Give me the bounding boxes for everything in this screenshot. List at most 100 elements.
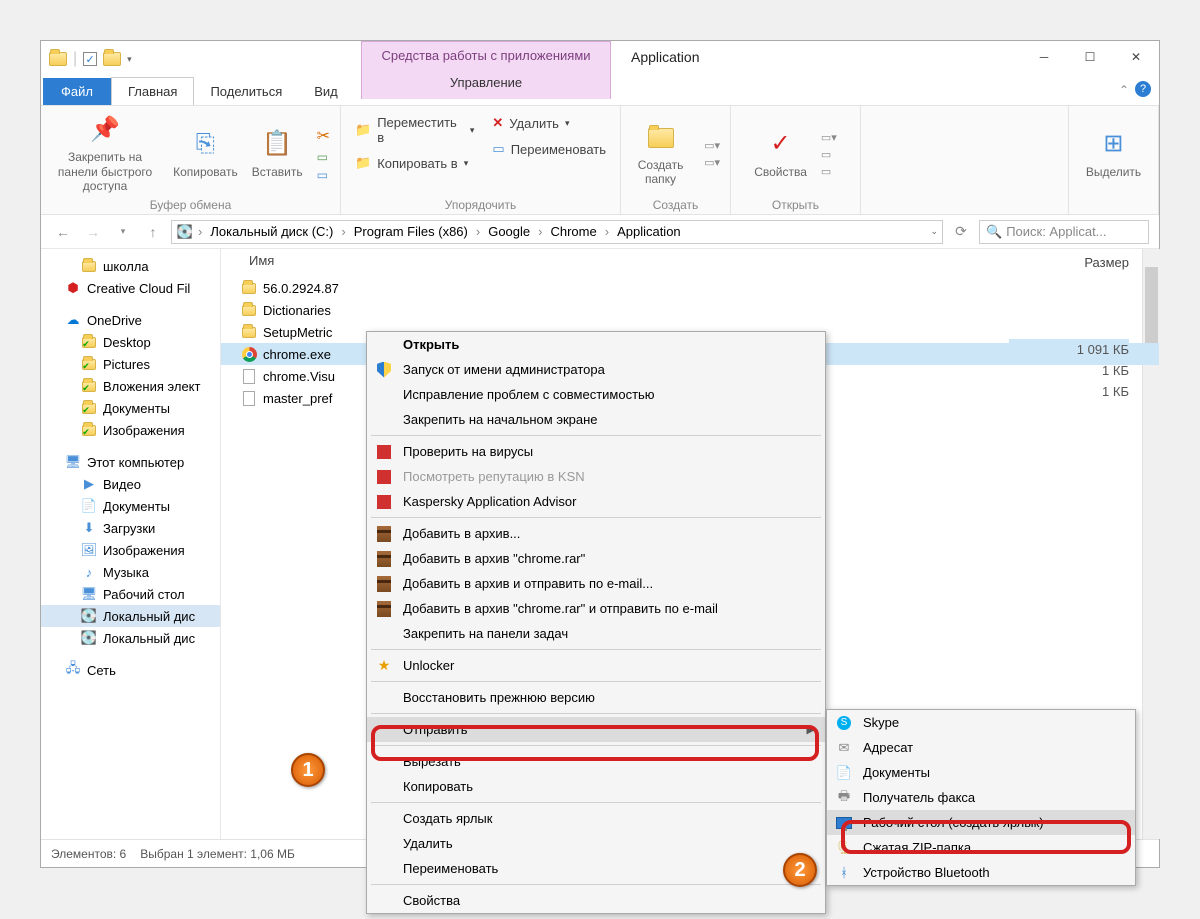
copy-path-icon[interactable]: ▭: [317, 150, 330, 164]
cut-icon[interactable]: ✂: [317, 126, 330, 146]
menu-item[interactable]: SSkype: [827, 710, 1135, 735]
pin-button[interactable]: 📌Закрепить на панели быстрого доступа: [51, 114, 159, 193]
menu-item[interactable]: ✉Адресат: [827, 735, 1135, 760]
address-bar[interactable]: 💽 › Локальный диск (C:)› Program Files (…: [171, 220, 943, 244]
open-icon[interactable]: ▭▾: [821, 131, 837, 144]
nav-item-label: Creative Cloud Fil: [87, 281, 190, 296]
edit-icon[interactable]: ▭: [821, 148, 837, 161]
menu-item[interactable]: Закрепить на панели задач: [367, 621, 825, 646]
paste-button[interactable]: 📋Вставить: [252, 129, 303, 179]
crumb-sep[interactable]: ›: [198, 224, 202, 239]
col-size[interactable]: Размер: [1009, 249, 1129, 276]
minimize-button[interactable]: ─: [1021, 41, 1067, 73]
nav-item[interactable]: 📄Документы: [41, 495, 220, 517]
tab-home[interactable]: Главная: [111, 77, 194, 105]
history-icon[interactable]: ▭: [821, 165, 837, 178]
nav-item[interactable]: ✔Изображения: [41, 419, 220, 441]
up-button[interactable]: ↑: [141, 220, 165, 244]
annotation-badge-1: 1: [291, 753, 325, 787]
nav-item[interactable]: ♪Музыка: [41, 561, 220, 583]
refresh-button[interactable]: ⟳: [949, 220, 973, 244]
menu-item[interactable]: Исправление проблем с совместимостью: [367, 382, 825, 407]
menu-item[interactable]: 🖶Получатель факса: [827, 785, 1135, 810]
crumb-1[interactable]: Program Files (x86): [350, 224, 472, 239]
menu-item[interactable]: ★Unlocker: [367, 653, 825, 678]
menu-item[interactable]: Добавить в архив и отправить по e-mail..…: [367, 571, 825, 596]
menu-item[interactable]: Переименовать: [367, 856, 825, 881]
crumb-0[interactable]: Локальный диск (C:): [206, 224, 337, 239]
nav-item-icon: ▶: [81, 476, 97, 492]
nav-item[interactable]: ✔Документы: [41, 397, 220, 419]
crumb-2[interactable]: Google: [484, 224, 534, 239]
menu-item-label: Посмотреть репутацию в KSN: [403, 469, 585, 484]
help-icon[interactable]: ?: [1135, 81, 1151, 97]
properties-button[interactable]: ✓Свойства: [754, 129, 807, 179]
back-button[interactable]: ←: [51, 220, 75, 244]
nav-item-label: Рабочий стол: [103, 587, 185, 602]
menu-item[interactable]: Копировать: [367, 774, 825, 799]
new-item-icon[interactable]: ▭▾: [704, 139, 720, 152]
maximize-button[interactable]: ☐: [1067, 41, 1113, 73]
menu-item[interactable]: Добавить в архив "chrome.rar" и отправит…: [367, 596, 825, 621]
menu-item[interactable]: Восстановить прежнюю версию: [367, 685, 825, 710]
nav-item[interactable]: 🖧Сеть: [41, 659, 220, 681]
copy-to-button[interactable]: 📁Копировать в ▾: [351, 152, 478, 174]
menu-item[interactable]: Свойства: [367, 888, 825, 913]
menu-item[interactable]: Открыть: [367, 332, 825, 357]
nav-item[interactable]: 🖼Изображения: [41, 539, 220, 561]
menu-item-icon: [835, 814, 853, 832]
nav-item[interactable]: 🖥Этот компьютер: [41, 451, 220, 473]
qat-dropdown-icon[interactable]: ▾: [127, 54, 132, 65]
nav-item[interactable]: школла: [41, 255, 220, 277]
nav-item[interactable]: ☁OneDrive: [41, 309, 220, 331]
rename-button[interactable]: ▭Переименовать: [488, 138, 610, 160]
tab-file[interactable]: Файл: [43, 78, 111, 105]
menu-item[interactable]: Удалить: [367, 831, 825, 856]
nav-item[interactable]: 💽Локальный дис: [41, 605, 220, 627]
search-input[interactable]: 🔍 Поиск: Applicat...: [979, 220, 1149, 244]
col-name[interactable]: Имя: [241, 249, 282, 277]
menu-item[interactable]: Запуск от имени администратора: [367, 357, 825, 382]
addr-dropdown-icon[interactable]: ⌄: [930, 226, 938, 237]
collapse-ribbon-icon[interactable]: ⌃: [1119, 83, 1129, 97]
menu-item[interactable]: 🗜Сжатая ZIP-папка: [827, 835, 1135, 860]
copy-button[interactable]: ⎘Копировать: [173, 129, 238, 179]
nav-item[interactable]: ⬇Загрузки: [41, 517, 220, 539]
crumb-4[interactable]: Application: [613, 224, 685, 239]
menu-item[interactable]: Добавить в архив "chrome.rar": [367, 546, 825, 571]
qat-folder-icon[interactable]: [103, 50, 121, 68]
tab-share[interactable]: Поделиться: [194, 78, 298, 105]
nav-item[interactable]: 💽Локальный дис: [41, 627, 220, 649]
forward-button[interactable]: →: [81, 220, 105, 244]
menu-item[interactable]: Посмотреть репутацию в KSN: [367, 464, 825, 489]
menu-item[interactable]: Вырезать: [367, 749, 825, 774]
menu-item[interactable]: 📄Документы: [827, 760, 1135, 785]
easy-access-icon[interactable]: ▭▾: [704, 156, 720, 169]
nav-item[interactable]: 🖥Рабочий стол: [41, 583, 220, 605]
select-button[interactable]: ⊞Выделить: [1086, 129, 1141, 179]
nav-item[interactable]: ✔Вложения элект: [41, 375, 220, 397]
menu-item[interactable]: Добавить в архив...: [367, 521, 825, 546]
qat-checkbox-icon[interactable]: ✓: [83, 52, 97, 66]
paste-shortcut-icon[interactable]: ▭: [317, 168, 330, 182]
nav-item[interactable]: ▶Видео: [41, 473, 220, 495]
menu-item[interactable]: Проверить на вирусы: [367, 439, 825, 464]
tab-view[interactable]: Вид: [298, 78, 354, 105]
nav-item[interactable]: ✔Pictures: [41, 353, 220, 375]
menu-item[interactable]: Kaspersky Application Advisor: [367, 489, 825, 514]
delete-button[interactable]: ✕Удалить ▾: [488, 112, 610, 134]
nav-item-label: Изображения: [103, 543, 185, 558]
crumb-3[interactable]: Chrome: [546, 224, 600, 239]
new-folder-button[interactable]: Создать папку: [631, 122, 690, 187]
menu-item[interactable]: Отправить▶: [367, 717, 825, 742]
menu-item[interactable]: Создать ярлык: [367, 806, 825, 831]
menu-item[interactable]: Рабочий стол (создать ярлык): [827, 810, 1135, 835]
nav-item[interactable]: ⬢Creative Cloud Fil: [41, 277, 220, 299]
recent-button[interactable]: ▾: [111, 220, 135, 244]
move-to-button[interactable]: 📁Переместить в ▾: [351, 112, 478, 148]
menu-item-label: Вырезать: [403, 754, 461, 769]
close-button[interactable]: ✕: [1113, 41, 1159, 73]
menu-item[interactable]: Закрепить на начальном экране: [367, 407, 825, 432]
nav-item[interactable]: ✔Desktop: [41, 331, 220, 353]
menu-item[interactable]: ᚼУстройство Bluetooth: [827, 860, 1135, 885]
